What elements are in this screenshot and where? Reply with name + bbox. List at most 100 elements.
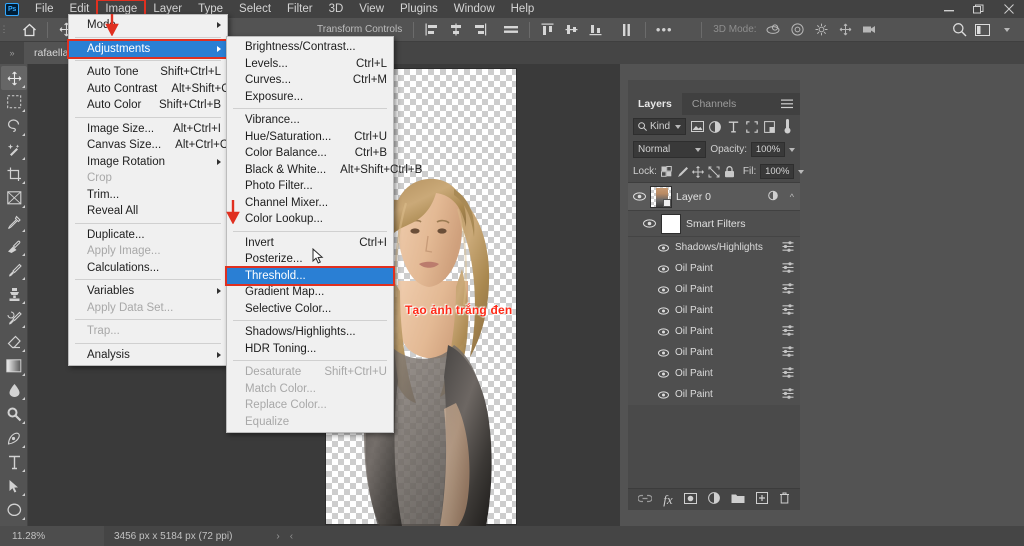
menu-item-gradient-map[interactable]: Gradient Map... [227,284,393,301]
smart-filter-row[interactable]: Oil Paint [628,258,800,279]
filter-visibility-icon[interactable] [656,367,670,381]
menu-item-channel-mixer[interactable]: Channel Mixer... [227,195,393,212]
filter-settings-icon[interactable] [782,261,794,276]
menu-select[interactable]: Select [231,0,279,18]
workspace-switcher-icon[interactable] [972,20,994,40]
history-brush-tool[interactable] [1,306,27,330]
lock-position-icon[interactable] [692,164,704,179]
slide-3d-icon[interactable] [835,20,857,40]
menu-item-posterize[interactable]: Posterize... [227,251,393,268]
link-layers-icon[interactable] [637,494,653,506]
menu-item-photo-filter[interactable]: Photo Filter... [227,178,393,195]
menu-item-reveal-all[interactable]: Reveal All [69,203,227,220]
opacity-dropdown-caret[interactable] [789,147,795,152]
pan-3d-icon[interactable] [811,20,833,40]
menu-item-vibrance[interactable]: Vibrance... [227,112,393,129]
lock-artboard-nesting-icon[interactable] [708,164,720,179]
layer-list[interactable]: Layer 0 ^ Smart Filters Shadows/Highligh… [628,182,800,488]
smart-filters-icon[interactable] [767,190,781,204]
filter-pixel-icon[interactable] [690,118,704,135]
menu-item-black-white[interactable]: Black & White... Alt+Shift+Ctrl+B [227,162,422,179]
menu-item-color-lookup[interactable]: Color Lookup... [227,211,393,228]
align-right-edges-icon[interactable] [469,20,491,40]
menu-item-shadows-highlights[interactable]: Shadows/Highlights... [227,324,393,341]
collapse-panel-icon[interactable]: » [0,42,24,64]
search-icon[interactable] [948,20,970,40]
image-menu-dropdown[interactable]: Mode Adjustments Auto Tone Shift+Ctrl+L Auto… [67,14,252,366]
brush-tool[interactable] [1,258,27,282]
smart-filter-row[interactable]: Oil Paint [628,279,800,300]
workspace-dropdown-caret[interactable] [996,20,1018,40]
tab-channels[interactable]: Channels [681,93,747,115]
smart-filter-row[interactable]: Oil Paint [628,363,800,384]
layer-visibility-icon[interactable] [632,190,646,204]
menu-help[interactable]: Help [503,0,543,18]
lock-transparent-pixels-icon[interactable] [660,164,672,179]
blur-tool[interactable] [1,378,27,402]
gradient-tool[interactable] [1,354,27,378]
new-layer-icon[interactable] [755,492,768,507]
fill-dropdown-caret[interactable] [798,169,805,174]
menu-item-selective-color[interactable]: Selective Color... [227,301,393,318]
menu-item-adjustments[interactable]: Adjustments [67,38,229,59]
menu-item-exposure[interactable]: Exposure... [227,89,393,106]
eraser-tool[interactable] [1,330,27,354]
blend-mode-dropdown[interactable]: Normal [633,141,707,158]
pen-tool[interactable] [1,426,27,450]
menu-item-invert[interactable]: Invert Ctrl+I [227,235,393,252]
filter-settings-icon[interactable] [782,387,794,402]
adjustments-submenu[interactable]: Brightness/Contrast... Levels... Ctrl+L Cur… [225,36,422,433]
filter-type-icon[interactable] [726,118,740,135]
menu-item-mode[interactable]: Mode [69,17,227,34]
panel-menu-icon[interactable] [781,93,800,115]
menu-file[interactable]: File [27,0,62,18]
crop-tool[interactable] [1,162,27,186]
minimize-button[interactable] [934,0,964,18]
add-layer-style-icon[interactable]: fx [663,492,672,508]
menu-item-hdr-toning[interactable]: HDR Toning... [227,341,393,358]
distribute-vertically-icon[interactable] [616,20,638,40]
filter-settings-icon[interactable] [782,240,794,255]
filter-kind-dropdown[interactable]: Kind [633,118,687,135]
menu-item-canvas-size[interactable]: Canvas Size... Alt+Ctrl+C [69,137,228,154]
filter-settings-icon[interactable] [782,345,794,360]
smart-filters-mask-thumbnail[interactable] [661,213,681,234]
more-options-icon[interactable]: ••• [653,20,675,40]
menu-item-threshold[interactable]: Threshold... [225,265,395,286]
zoom-level-field[interactable]: 11.28% [0,526,104,546]
align-horizontal-centers-icon[interactable] [445,20,467,40]
eyedropper-tool[interactable] [1,210,27,234]
tab-layers[interactable]: Layers [628,93,682,115]
smart-filters-row[interactable]: Smart Filters [628,211,800,237]
path-selection-tool[interactable] [1,474,27,498]
smart-filters-visibility-icon[interactable] [642,217,656,231]
filter-visibility-icon[interactable] [656,283,670,297]
camera-3d-icon[interactable] [859,20,881,40]
menu-item-calculations[interactable]: Calculations... [69,260,227,277]
menu-filter[interactable]: Filter [279,0,321,18]
filter-shape-icon[interactable] [745,118,759,135]
ellipse-tool[interactable] [1,498,27,522]
lock-all-icon[interactable] [724,164,735,179]
opacity-value[interactable]: 100% [751,142,785,157]
frame-tool[interactable] [1,186,27,210]
menu-item-duplicate[interactable]: Duplicate... [69,227,227,244]
menu-view[interactable]: View [351,0,392,18]
orbit-3d-icon[interactable] [763,20,785,40]
close-button[interactable] [994,0,1024,18]
menu-item-image-rotation[interactable]: Image Rotation [69,154,227,171]
smart-filter-row[interactable]: Shadows/Highlights [628,237,800,258]
rectangular-marquee-tool[interactable] [1,90,27,114]
new-adjustment-layer-icon[interactable] [707,492,720,507]
menu-item-auto-tone[interactable]: Auto Tone Shift+Ctrl+L [69,64,227,81]
filter-settings-icon[interactable] [782,282,794,297]
lasso-tool[interactable] [1,114,27,138]
filter-visibility-icon[interactable] [656,388,670,402]
align-top-edges-icon[interactable] [537,20,559,40]
filter-settings-icon[interactable] [782,324,794,339]
filter-visibility-icon[interactable] [656,304,670,318]
fill-value[interactable]: 100% [760,164,795,179]
filter-toggle-icon[interactable] [781,118,795,135]
menu-item-analysis[interactable]: Analysis [69,347,227,364]
type-tool[interactable] [1,450,27,474]
